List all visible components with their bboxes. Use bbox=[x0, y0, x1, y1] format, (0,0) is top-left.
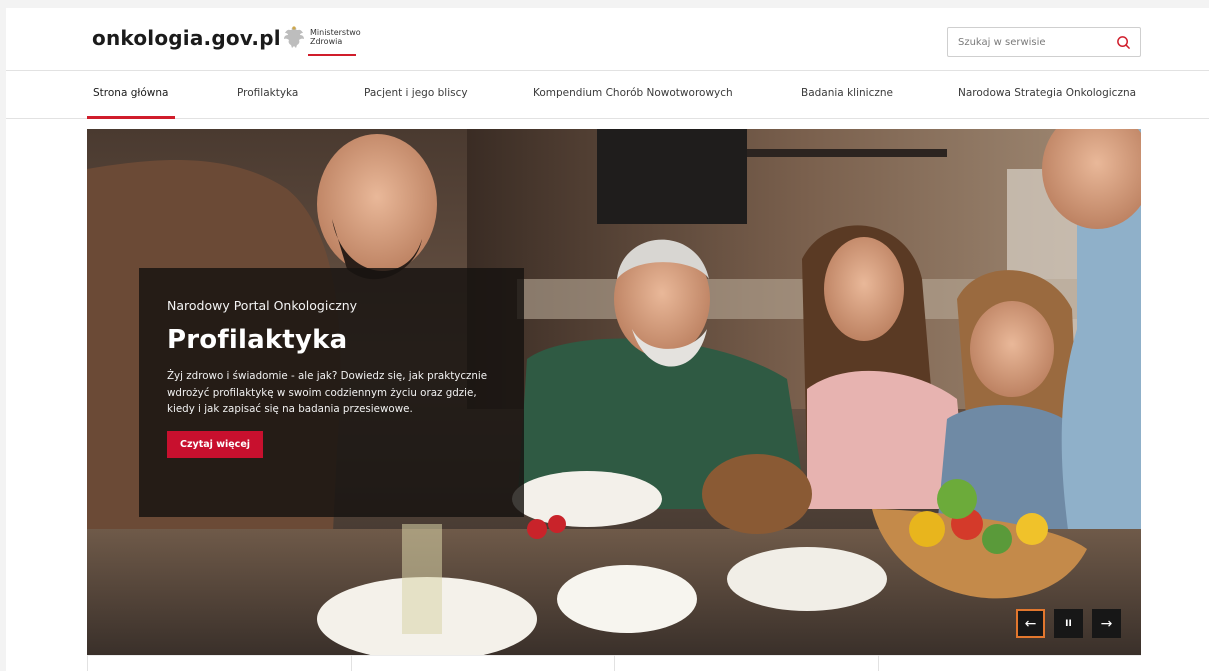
feature-card[interactable] bbox=[877, 655, 1141, 671]
hero-description: Żyj zdrowo i świadomie - ale jak? Dowied… bbox=[167, 370, 488, 415]
slider-controls: ← II → bbox=[1016, 609, 1121, 638]
ministry-line1: Ministerstwo bbox=[310, 28, 361, 37]
ministry-logo[interactable]: Ministerstwo Zdrowia bbox=[282, 24, 361, 56]
hero-slider: Narodowy Portal Onkologiczny Profilaktyk… bbox=[87, 129, 1141, 655]
ministry-text: Ministerstwo Zdrowia bbox=[310, 24, 361, 46]
ministry-line2: Zdrowia bbox=[310, 37, 343, 46]
hero-kicker: Narodowy Portal Onkologiczny bbox=[167, 298, 358, 313]
nav-item-patient[interactable]: Pacjent i jego bliscy bbox=[364, 87, 468, 99]
hero-title: Profilaktyka bbox=[167, 325, 348, 355]
search-input[interactable] bbox=[948, 28, 1108, 56]
site-header: onkologia.gov.pl Ministerstwo Zdrowia bbox=[6, 8, 1209, 71]
nav-item-prevention[interactable]: Profilaktyka bbox=[237, 87, 298, 99]
site-logo[interactable]: onkologia.gov.pl bbox=[92, 26, 281, 50]
pause-icon: II bbox=[1065, 618, 1072, 629]
feature-card[interactable] bbox=[87, 655, 351, 671]
pause-slider-button[interactable]: II bbox=[1054, 609, 1083, 638]
search-box[interactable] bbox=[947, 27, 1141, 57]
feature-card[interactable] bbox=[614, 655, 878, 671]
eagle-emblem-icon bbox=[284, 26, 304, 48]
main-nav: Strona główna Profilaktyka Pacjent i jeg… bbox=[6, 72, 1209, 119]
feature-cards bbox=[87, 655, 1141, 671]
nav-item-compendium[interactable]: Kompendium Chorób Nowotworowych bbox=[533, 87, 733, 99]
ministry-underline bbox=[308, 54, 356, 56]
prev-slide-button[interactable]: ← bbox=[1016, 609, 1045, 638]
nav-item-national-strategy[interactable]: Narodowa Strategia Onkologiczna bbox=[958, 87, 1136, 99]
nav-active-indicator bbox=[87, 116, 175, 119]
arrow-left-icon: ← bbox=[1024, 615, 1037, 632]
nav-item-home[interactable]: Strona główna bbox=[93, 87, 168, 99]
search-icon[interactable] bbox=[1116, 35, 1131, 50]
hero-caption: Narodowy Portal Onkologiczny Profilaktyk… bbox=[139, 268, 524, 517]
arrow-right-icon: → bbox=[1100, 615, 1113, 632]
next-slide-button[interactable]: → bbox=[1092, 609, 1121, 638]
page: onkologia.gov.pl Ministerstwo Zdrowia St… bbox=[6, 8, 1209, 671]
nav-item-clinical-trials[interactable]: Badania kliniczne bbox=[801, 87, 893, 99]
feature-card[interactable] bbox=[350, 655, 614, 671]
read-more-button[interactable]: Czytaj więcej bbox=[167, 430, 264, 458]
